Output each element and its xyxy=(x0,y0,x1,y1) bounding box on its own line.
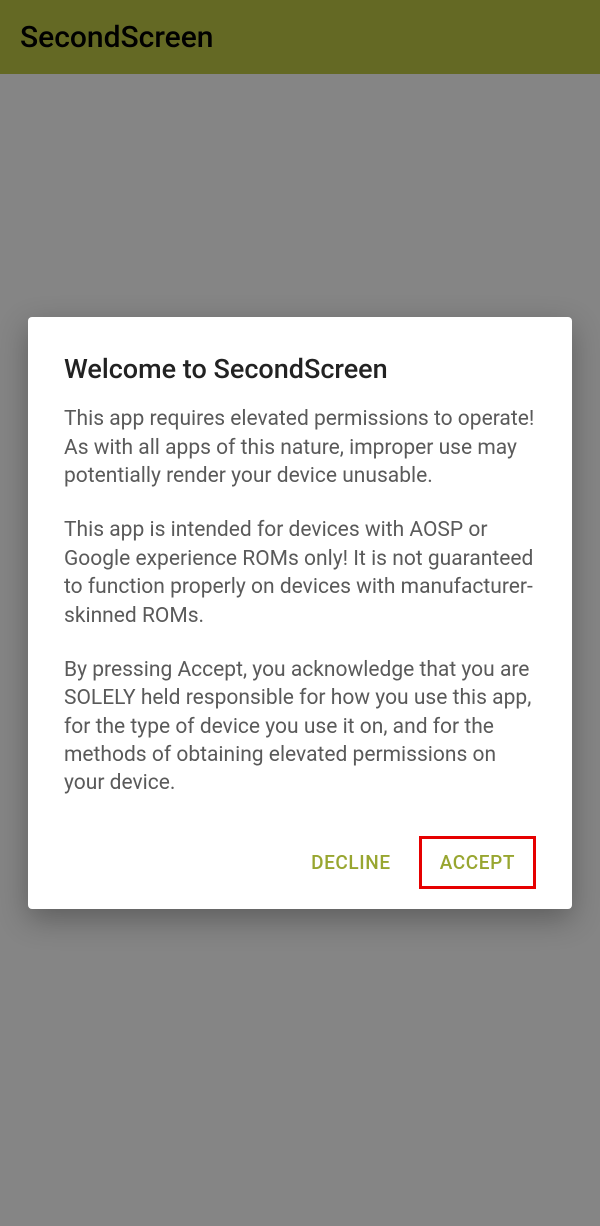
dialog-paragraph-1: This app requires elevated permissions t… xyxy=(64,405,536,490)
welcome-dialog: Welcome to SecondScreen This app require… xyxy=(28,317,572,908)
dialog-paragraph-2: This app is intended for devices with AO… xyxy=(64,516,536,629)
dialog-title: Welcome to SecondScreen xyxy=(64,353,536,385)
dialog-actions: DECLINE ACCEPT xyxy=(64,836,536,889)
accept-button[interactable]: ACCEPT xyxy=(422,839,533,886)
accept-highlight: ACCEPT xyxy=(419,836,536,889)
decline-button[interactable]: DECLINE xyxy=(295,839,407,886)
dialog-scrim[interactable]: Welcome to SecondScreen This app require… xyxy=(0,0,600,1226)
dialog-body: This app requires elevated permissions t… xyxy=(64,405,536,797)
dialog-paragraph-3: By pressing Accept, you acknowledge that… xyxy=(64,656,536,798)
